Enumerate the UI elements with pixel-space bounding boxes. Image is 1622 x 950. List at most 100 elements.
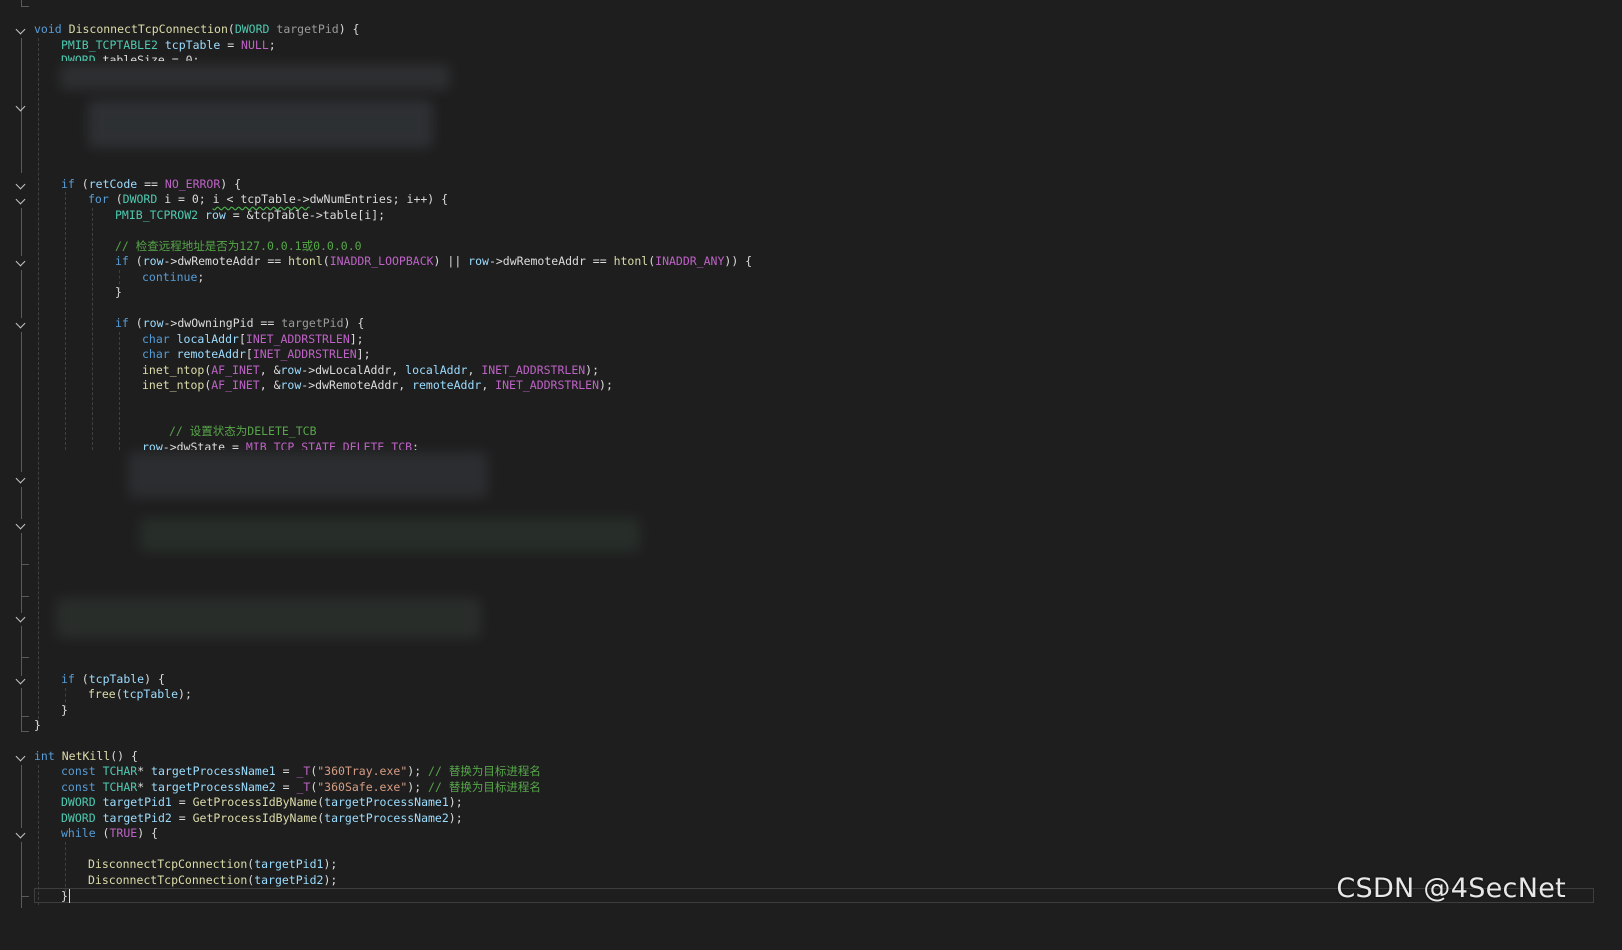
token-macro: INET_ADDRSTRLEN bbox=[245, 332, 350, 346]
code-line[interactable]: DWORD targetPid2 = GetProcessIdByName(ta… bbox=[61, 810, 463, 826]
code-line[interactable]: const TCHAR* targetProcessName1 = _T("36… bbox=[61, 763, 541, 779]
token-type: DWORD bbox=[61, 811, 96, 825]
chevron-down-icon[interactable] bbox=[15, 475, 27, 485]
token-string: "360Safe.exe" bbox=[317, 780, 408, 794]
token-macro: NULL bbox=[241, 38, 269, 52]
code-line[interactable]: PMIB_TCPROW2 row = &tcpTable->table[i]; bbox=[115, 207, 385, 223]
token-punct: ; bbox=[412, 440, 419, 450]
code-line[interactable]: void DisconnectTcpConnection(DWORD targe… bbox=[34, 21, 359, 37]
token-type: PMIB_TCPROW2 bbox=[115, 208, 199, 222]
code-line[interactable]: } bbox=[115, 284, 122, 300]
chevron-down-icon[interactable] bbox=[15, 521, 27, 531]
token-function: DisconnectTcpConnection bbox=[68, 22, 228, 36]
code-line[interactable]: } bbox=[34, 717, 41, 733]
token-op: , & bbox=[259, 363, 281, 377]
token-punct: ); bbox=[323, 857, 338, 871]
code-line[interactable]: if (retCode == NO_ERROR) { bbox=[61, 176, 241, 192]
status-bar bbox=[0, 908, 1622, 950]
token-punct: ( bbox=[74, 672, 89, 686]
code-line[interactable]: inet_ntop(AF_INET, &row->dwRemoteAddr, r… bbox=[142, 377, 613, 393]
code-line[interactable]: for (DWORD i = 0; i < tcpTable->dwNumEnt… bbox=[88, 191, 448, 207]
token-param: targetPid bbox=[276, 22, 339, 36]
chevron-down-icon[interactable] bbox=[15, 830, 27, 840]
fold-gutter bbox=[0, 0, 34, 950]
token-macro: AF_INET bbox=[211, 378, 260, 392]
token-code: ->dwRemoteAddr == bbox=[488, 254, 614, 268]
chevron-down-icon[interactable] bbox=[15, 753, 27, 763]
token-macro: INET_ADDRSTRLEN bbox=[481, 363, 586, 377]
chevron-down-icon[interactable] bbox=[15, 196, 27, 206]
code-line[interactable]: // 检查远程地址是否为127.0.0.1或0.0.0.0 bbox=[115, 238, 362, 254]
code-line[interactable]: char localAddr[INET_ADDRSTRLEN]; bbox=[142, 331, 364, 347]
chevron-down-icon[interactable] bbox=[15, 181, 27, 191]
code-line[interactable]: PMIB_TCPTABLE2 tcpTable = NULL; bbox=[61, 37, 276, 53]
code-line[interactable]: } bbox=[61, 702, 68, 718]
fold-end-marker bbox=[21, 716, 29, 717]
code-line[interactable]: row->dwState = MIB_TCP_STATE_DELETE_TCB; bbox=[142, 439, 419, 450]
token-variable: remoteAddr bbox=[412, 378, 482, 392]
code-line[interactable]: DisconnectTcpConnection(targetPid2); bbox=[88, 872, 337, 888]
blurred-code bbox=[88, 100, 433, 148]
indent-guide bbox=[38, 765, 39, 905]
indent-guide bbox=[92, 208, 93, 450]
chevron-down-icon[interactable] bbox=[15, 614, 27, 624]
token-variable: row bbox=[468, 254, 489, 268]
token-variable: row bbox=[280, 378, 302, 392]
chevron-down-icon[interactable] bbox=[15, 320, 27, 330]
token-punct: ( bbox=[128, 254, 143, 268]
token-variable: targetProcessName1 bbox=[151, 764, 276, 778]
code-line[interactable]: continue; bbox=[142, 269, 204, 285]
token-variable: tcpTable bbox=[122, 687, 179, 701]
token-op: = bbox=[275, 764, 297, 778]
token-comment: // 设置状态为DELETE_TCB bbox=[169, 424, 317, 438]
blurred-code bbox=[60, 64, 450, 90]
fold-end-marker bbox=[21, 6, 29, 7]
token-code-warning[interactable]: i < tcpTable-> bbox=[213, 192, 310, 206]
chevron-down-icon[interactable] bbox=[15, 258, 27, 268]
token-variable: row bbox=[280, 363, 302, 377]
token-punct: ); bbox=[599, 378, 613, 392]
token-punct: [ bbox=[245, 347, 253, 361]
fold-line bbox=[21, 270, 22, 318]
token-variable: targetProcessName2 bbox=[151, 780, 276, 794]
code-line[interactable]: const TCHAR* targetProcessName2 = _T("36… bbox=[61, 779, 541, 795]
code-line[interactable]: DWORD targetPid1 = GetProcessIdByName(ta… bbox=[61, 794, 463, 810]
fold-line bbox=[21, 487, 22, 519]
token-op: = bbox=[220, 38, 242, 52]
token-type: TCHAR bbox=[102, 764, 138, 778]
code-line[interactable]: if (tcpTable) { bbox=[61, 671, 165, 687]
token-punct: ); bbox=[448, 795, 463, 809]
code-line[interactable]: DWORD tableSize = 0; bbox=[61, 52, 199, 61]
token-op: , & bbox=[259, 378, 281, 392]
code-line[interactable]: char remoteAddr[INET_ADDRSTRLEN]; bbox=[142, 346, 371, 362]
token-punct: ); bbox=[585, 363, 600, 377]
token-punct: ( bbox=[95, 826, 110, 840]
code-line[interactable]: while (TRUE) { bbox=[61, 825, 158, 841]
token-function: htonl bbox=[288, 254, 323, 268]
token-keyword: if bbox=[115, 316, 129, 330]
code-editor[interactable]: void DisconnectTcpConnection(DWORD targe… bbox=[0, 0, 1622, 950]
token-keyword: int bbox=[34, 749, 55, 763]
code-line[interactable]: } bbox=[61, 888, 68, 904]
code-line[interactable]: if (row->dwOwningPid == targetPid) { bbox=[115, 315, 364, 331]
code-line[interactable]: inet_ntop(AF_INET, &row->dwLocalAddr, lo… bbox=[142, 362, 599, 378]
code-line[interactable]: free(tcpTable); bbox=[88, 686, 192, 702]
token-type: DWORD bbox=[61, 795, 96, 809]
token-punct: ); bbox=[448, 811, 463, 825]
chevron-down-icon[interactable] bbox=[15, 103, 27, 113]
code-line[interactable]: if (row->dwRemoteAddr == htonl(INADDR_LO… bbox=[115, 253, 752, 269]
fold-line bbox=[21, 688, 22, 731]
code-line[interactable]: DisconnectTcpConnection(targetPid1); bbox=[88, 856, 337, 872]
token-keyword: const bbox=[61, 780, 96, 794]
token-function: free bbox=[88, 687, 116, 701]
token-keyword: char bbox=[142, 347, 170, 361]
token-punct: ( bbox=[322, 254, 330, 268]
token-variable: remoteAddr bbox=[169, 347, 246, 361]
code-line[interactable]: // 设置状态为DELETE_TCB bbox=[169, 423, 317, 439]
fold-end-marker bbox=[21, 896, 29, 897]
chevron-down-icon[interactable] bbox=[15, 676, 27, 686]
code-line[interactable]: int NetKill() { bbox=[34, 748, 138, 764]
chevron-down-icon[interactable] bbox=[15, 26, 27, 36]
fold-line bbox=[21, 118, 22, 173]
token-string: "360Tray.exe" bbox=[317, 764, 408, 778]
